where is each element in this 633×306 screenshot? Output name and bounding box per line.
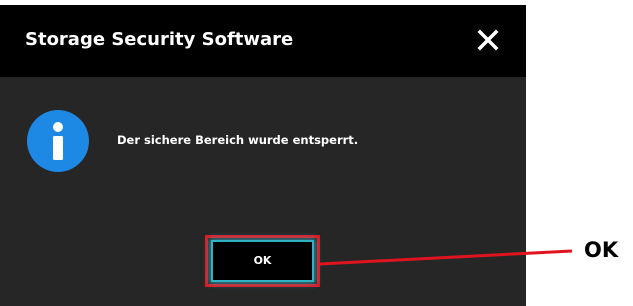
dialog-title: Storage Security Software <box>25 29 294 50</box>
dialog-titlebar: Storage Security Software <box>0 5 526 77</box>
info-icon <box>27 110 89 172</box>
close-icon <box>477 29 499 51</box>
close-button[interactable] <box>471 23 505 57</box>
callout-label: OK <box>584 238 619 262</box>
dialog-message: Der sichere Bereich wurde entsperrt. <box>117 133 359 147</box>
ok-button[interactable]: OK <box>211 240 314 282</box>
screenshot-stage: Storage Security Software Der sichere Be… <box>0 0 633 306</box>
